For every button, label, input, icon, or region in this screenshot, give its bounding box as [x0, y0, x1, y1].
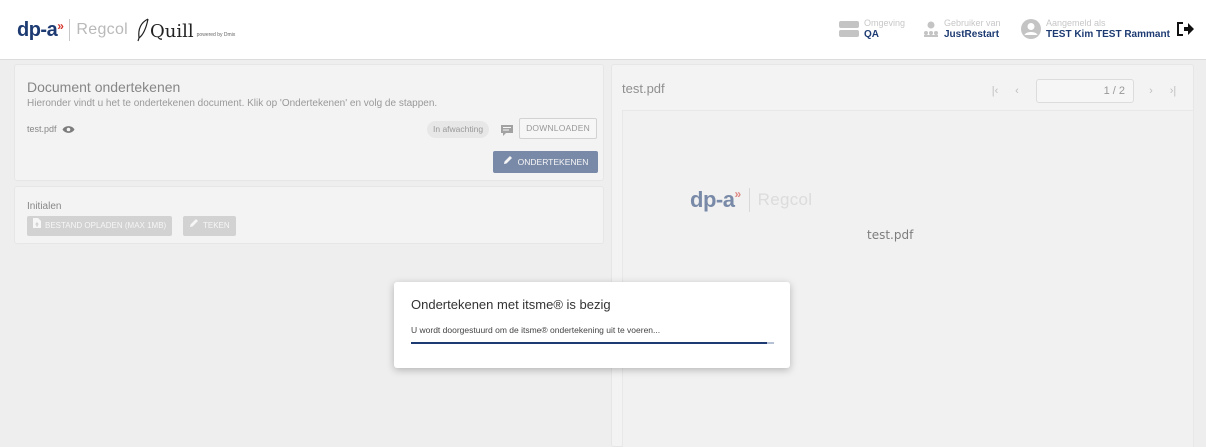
- users-icon: [922, 20, 940, 38]
- logout-icon[interactable]: [1175, 19, 1195, 44]
- dpa-logo-text: dp-a»: [17, 18, 64, 41]
- environment-value: QA: [864, 29, 879, 40]
- server-icon: [838, 20, 860, 38]
- quill-logo-subtext: powered by Dmix: [196, 32, 236, 38]
- quill-logo: Quill powered by Dmix: [136, 18, 235, 42]
- signed-in-user: TEST Kim TEST Rammant: [1046, 29, 1170, 40]
- modal-title: Ondertekenen met itsme® is bezig: [411, 297, 611, 312]
- user-org-label: Gebruiker van: [944, 18, 1001, 28]
- logo-divider: [69, 19, 71, 41]
- progress-bar-fill: [411, 342, 767, 344]
- signing-modal: Ondertekenen met itsme® is bezig U wordt…: [394, 282, 790, 368]
- signed-in-label: Aangemeld als: [1046, 18, 1106, 28]
- environment-label: Omgeving: [864, 18, 906, 28]
- regcol-logo-text: Regcol: [76, 21, 129, 38]
- app-header: dp-a» Regcol Quill powered by Dmix Omgev…: [0, 0, 1206, 60]
- modal-message: U wordt doorgestuurd om de itsme® ondert…: [411, 325, 661, 335]
- user-org-info: Gebruiker van JustRestart: [922, 18, 1001, 40]
- modal-backdrop: [0, 60, 1206, 447]
- signed-in-info[interactable]: Aangemeld als TEST Kim TEST Rammant: [1020, 18, 1170, 40]
- progress-bar: [411, 342, 774, 344]
- user-avatar-icon: [1020, 18, 1042, 40]
- user-org-value: JustRestart: [944, 29, 1000, 40]
- feather-icon: [137, 18, 149, 42]
- quill-logo-text: Quill: [150, 21, 194, 42]
- app-logo[interactable]: dp-a» Regcol Quill powered by Dmix: [17, 16, 235, 44]
- environment-info: Omgeving QA: [838, 18, 905, 40]
